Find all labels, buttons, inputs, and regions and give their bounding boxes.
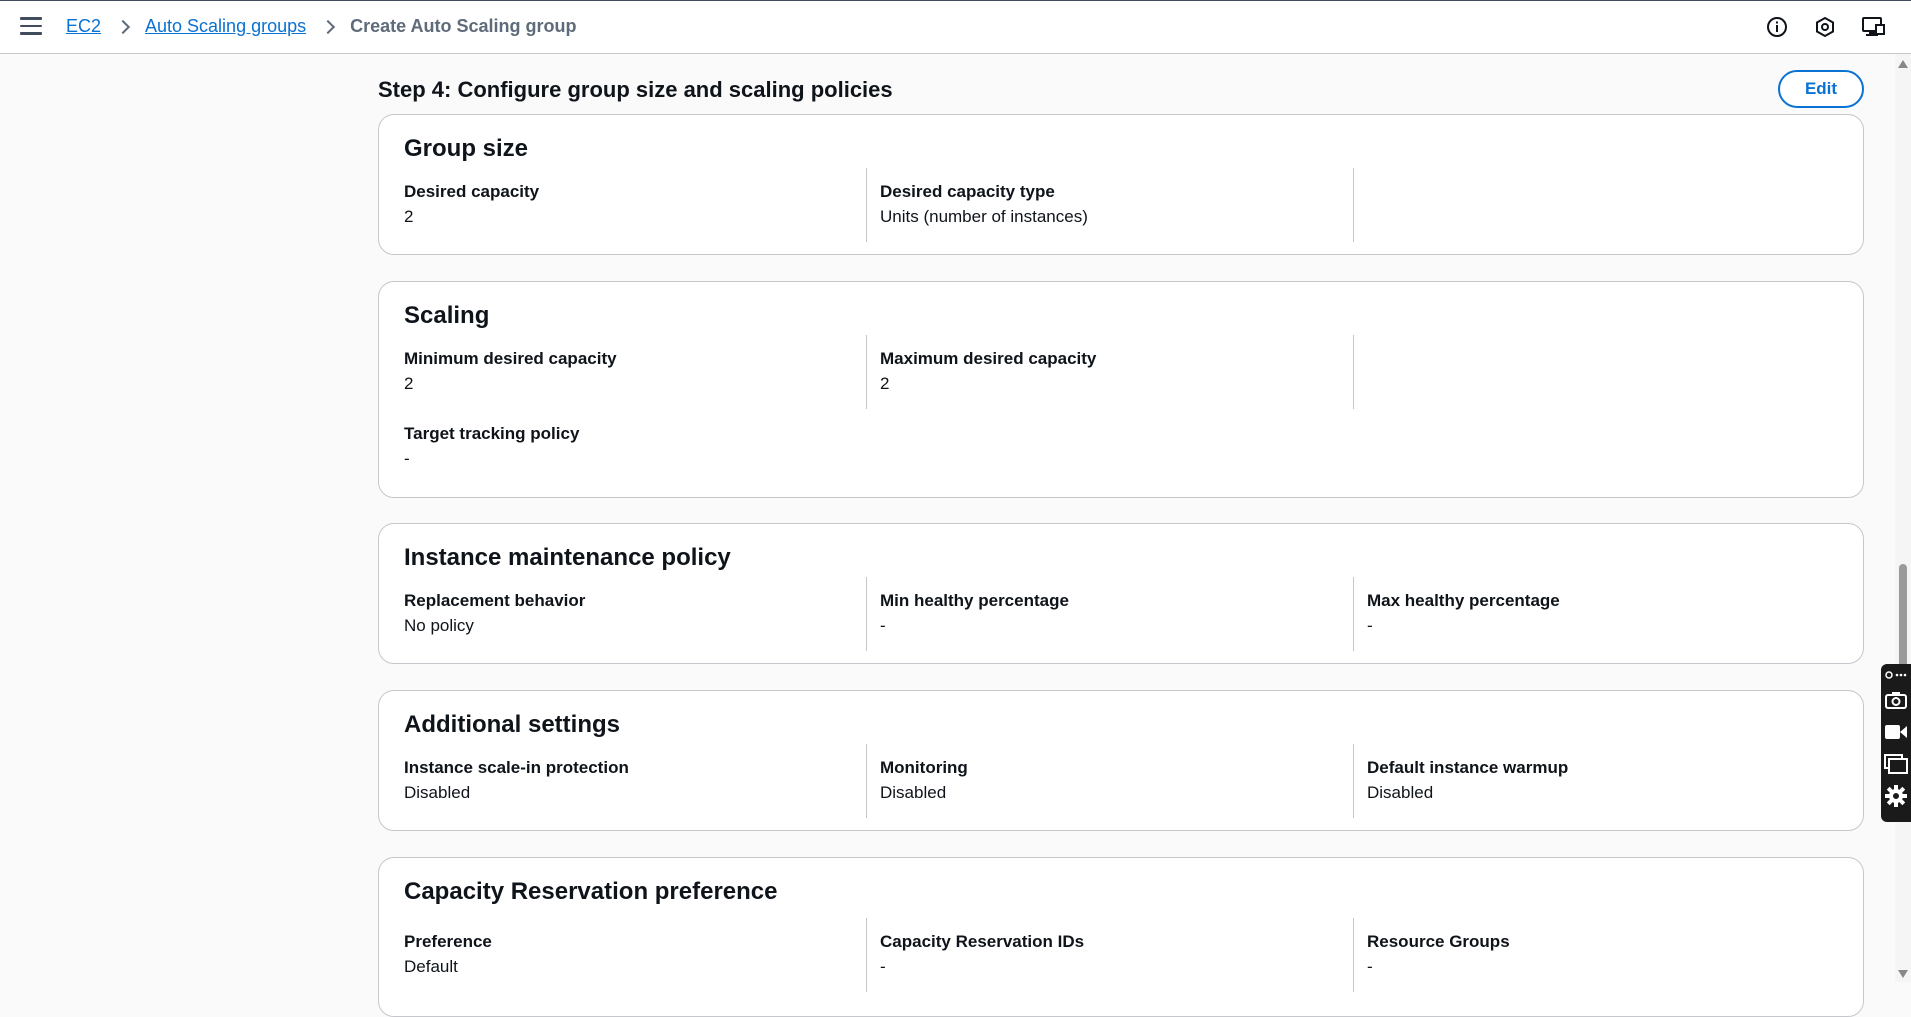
preference-label: Preference xyxy=(404,932,492,951)
min-capacity-field: Minimum desired capacity 2 xyxy=(379,335,866,409)
max-capacity-field: Maximum desired capacity 2 xyxy=(866,335,1353,409)
additional-row: Instance scale-in protection Disabled Mo… xyxy=(379,744,1865,818)
resource-groups-field: Resource Groups - xyxy=(1353,918,1840,992)
hexagon-icon[interactable] xyxy=(1813,15,1837,39)
max-healthy-value: - xyxy=(1367,616,1373,635)
monitoring-field: Monitoring Disabled xyxy=(866,744,1353,818)
resource-groups-label: Resource Groups xyxy=(1367,932,1510,951)
capacity-reservation-row: Preference Default Capacity Reservation … xyxy=(379,918,1865,992)
replacement-behavior-value: No policy xyxy=(404,616,474,635)
min-healthy-label: Min healthy percentage xyxy=(880,591,1069,610)
step-title: Step 4: Configure group size and scaling… xyxy=(378,77,893,102)
group-size-panel: Group size Desired capacity 2 Desired ca… xyxy=(378,114,1864,255)
screen-capture-toolbar xyxy=(1881,664,1911,822)
chevron-right-icon xyxy=(322,21,334,33)
instance-warmup-field: Default instance warmup Disabled xyxy=(1353,744,1840,818)
min-healthy-value: - xyxy=(880,616,886,635)
scale-in-protection-label: Instance scale-in protection xyxy=(404,758,629,777)
replacement-behavior-field: Replacement behavior No policy xyxy=(379,577,866,651)
empty-column xyxy=(1353,335,1840,409)
scaling-panel: Scaling Minimum desired capacity 2 Maxim… xyxy=(378,281,1864,498)
breadcrumb-auto-scaling-groups-link[interactable]: Auto Scaling groups xyxy=(145,16,306,37)
target-tracking-field: Target tracking policy - xyxy=(404,422,579,472)
max-capacity-value: 2 xyxy=(880,374,890,393)
scaling-row: Minimum desired capacity 2 Maximum desir… xyxy=(379,335,1865,409)
scroll-down-arrow-icon[interactable] xyxy=(1898,970,1908,978)
desired-capacity-type-field: Desired capacity type Units (number of i… xyxy=(866,168,1353,242)
breadcrumb-ec2-link[interactable]: EC2 xyxy=(66,16,101,37)
min-capacity-value: 2 xyxy=(404,374,414,393)
monitoring-label: Monitoring xyxy=(880,758,968,777)
capacity-reservation-panel: Capacity Reservation preference Preferen… xyxy=(378,857,1864,1017)
target-tracking-label: Target tracking policy xyxy=(404,424,580,443)
reservation-ids-label: Capacity Reservation IDs xyxy=(880,932,1085,951)
min-healthy-field: Min healthy percentage - xyxy=(866,577,1353,651)
capacity-reservation-title: Capacity Reservation preference xyxy=(404,878,778,905)
desired-capacity-type-label: Desired capacity type xyxy=(880,182,1055,201)
maintenance-row: Replacement behavior No policy Min healt… xyxy=(379,577,1865,651)
info-icon[interactable] xyxy=(1765,15,1789,39)
video-camera-icon[interactable] xyxy=(1883,716,1909,748)
scroll-up-arrow-icon[interactable] xyxy=(1898,60,1908,68)
preference-value: Default xyxy=(404,957,458,976)
step-header: Step 4: Configure group size and scaling… xyxy=(378,54,1864,114)
desired-capacity-type-value: Units (number of instances) xyxy=(880,207,1088,226)
desired-capacity-value: 2 xyxy=(404,207,414,226)
top-navigation-bar: EC2 Auto Scaling groups Create Auto Scal… xyxy=(0,0,1911,54)
maintenance-policy-panel: Instance maintenance policy Replacement … xyxy=(378,523,1864,664)
target-tracking-value: - xyxy=(404,449,410,468)
maintenance-policy-title: Instance maintenance policy xyxy=(404,544,731,571)
additional-settings-title: Additional settings xyxy=(404,711,620,738)
vertical-scrollbar[interactable] xyxy=(1895,54,1911,982)
instance-warmup-label: Default instance warmup xyxy=(1367,758,1569,777)
empty-column xyxy=(1353,168,1840,242)
instance-warmup-value: Disabled xyxy=(1367,783,1434,802)
breadcrumb: EC2 Auto Scaling groups Create Auto Scal… xyxy=(66,16,576,37)
screen-feedback-icon[interactable] xyxy=(1861,15,1885,39)
replacement-behavior-label: Replacement behavior xyxy=(404,591,586,610)
scale-in-protection-value: Disabled xyxy=(404,783,471,802)
camera-icon[interactable] xyxy=(1883,684,1909,716)
more-options-icon[interactable] xyxy=(1883,666,1909,684)
desired-capacity-field: Desired capacity 2 xyxy=(379,168,866,242)
min-capacity-label: Minimum desired capacity xyxy=(404,349,617,368)
reservation-ids-value: - xyxy=(880,957,886,976)
additional-settings-panel: Additional settings Instance scale-in pr… xyxy=(378,690,1864,831)
desired-capacity-label: Desired capacity xyxy=(404,182,540,201)
group-size-title: Group size xyxy=(404,135,529,162)
chevron-right-icon xyxy=(117,21,129,33)
main-content: Step 4: Configure group size and scaling… xyxy=(378,54,1864,1017)
windows-icon[interactable] xyxy=(1883,748,1909,780)
scale-in-protection-field: Instance scale-in protection Disabled xyxy=(379,744,866,818)
preference-field: Preference Default xyxy=(379,918,866,992)
resource-groups-value: - xyxy=(1367,957,1373,976)
max-capacity-label: Maximum desired capacity xyxy=(880,349,1097,368)
scaling-title: Scaling xyxy=(404,302,490,329)
reservation-ids-field: Capacity Reservation IDs - xyxy=(866,918,1353,992)
edit-button[interactable]: Edit xyxy=(1778,70,1864,108)
gear-icon[interactable] xyxy=(1883,780,1909,812)
max-healthy-label: Max healthy percentage xyxy=(1367,591,1560,610)
hamburger-menu-icon[interactable] xyxy=(20,17,42,37)
top-utility-icons xyxy=(1765,15,1885,39)
monitoring-value: Disabled xyxy=(880,783,947,802)
max-healthy-field: Max healthy percentage - xyxy=(1353,577,1840,651)
group-size-row: Desired capacity 2 Desired capacity type… xyxy=(379,168,1865,242)
breadcrumb-current-page: Create Auto Scaling group xyxy=(350,16,577,36)
